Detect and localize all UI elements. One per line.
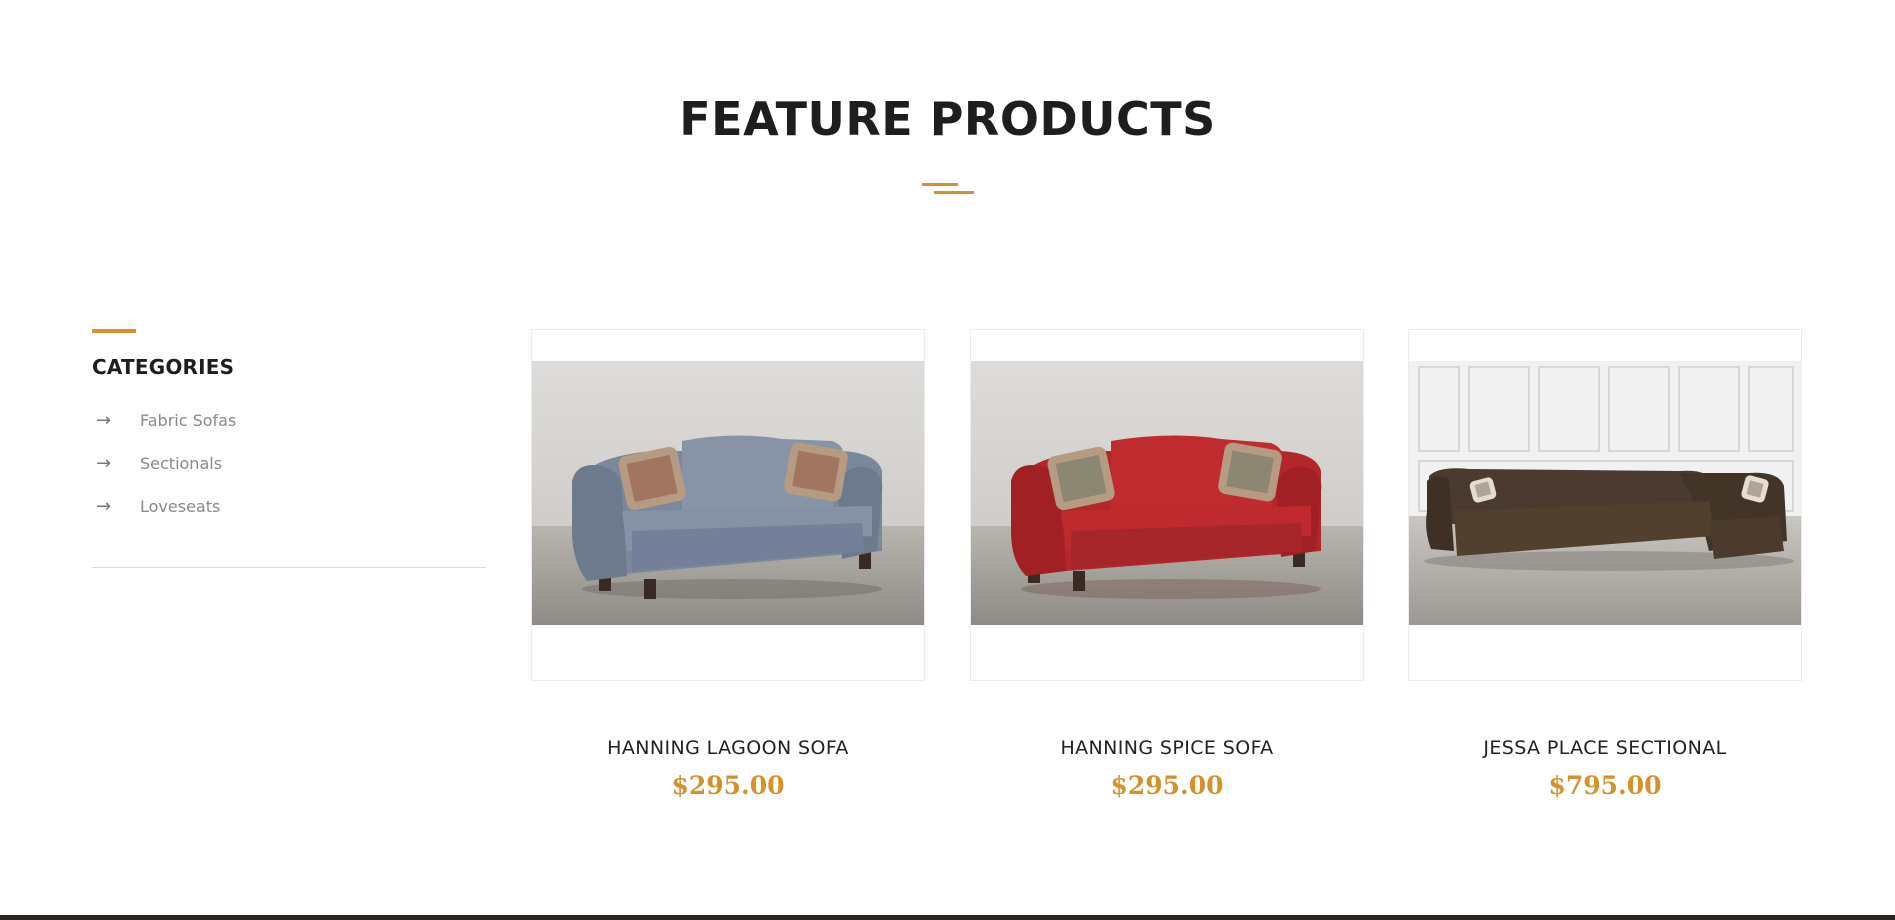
product-image-gray-sofa[interactable] xyxy=(532,361,924,625)
product-image-red-sofa[interactable] xyxy=(971,361,1363,625)
footer-edge xyxy=(0,915,1895,920)
category-item-fabric-sofas[interactable]: → Fabric Sofas xyxy=(92,399,486,442)
category-label[interactable]: Sectionals xyxy=(140,454,222,473)
arrow-right-icon: → xyxy=(96,409,112,431)
product-price: $795.00 xyxy=(1548,771,1662,800)
categories-sidebar: CATEGORIES → Fabric Sofas → Sectionals →… xyxy=(92,329,486,568)
product-card[interactable]: HANNING LAGOON SOFA $295.00 xyxy=(531,329,925,800)
product-card[interactable]: HANNING SPICE SOFA $295.00 xyxy=(970,329,1364,800)
product-name[interactable]: JESSA PLACE SECTIONAL xyxy=(1408,737,1802,759)
category-list: → Fabric Sofas → Sectionals → Loveseats xyxy=(92,399,486,528)
product-image-frame[interactable] xyxy=(1408,329,1802,681)
product-name[interactable]: HANNING SPICE SOFA xyxy=(970,737,1364,759)
product-image-frame[interactable] xyxy=(531,329,925,681)
category-item-sectionals[interactable]: → Sectionals xyxy=(92,442,486,485)
category-label[interactable]: Fabric Sofas xyxy=(140,411,236,430)
product-image-brown-sectional[interactable] xyxy=(1409,361,1801,625)
product-price: $295.00 xyxy=(671,771,785,800)
arrow-right-icon: → xyxy=(96,452,112,474)
section-title: FEATURE PRODUCTS xyxy=(679,92,1216,146)
product-price: $295.00 xyxy=(1110,771,1224,800)
arrow-right-icon: → xyxy=(96,495,112,517)
title-divider xyxy=(922,183,974,195)
categories-heading: CATEGORIES xyxy=(92,355,235,379)
heading-accent-bar xyxy=(92,329,136,333)
sidebar-divider xyxy=(92,567,486,568)
product-image-frame[interactable] xyxy=(970,329,1364,681)
product-card[interactable]: JESSA PLACE SECTIONAL $795.00 xyxy=(1408,329,1802,800)
product-name[interactable]: HANNING LAGOON SOFA xyxy=(531,737,925,759)
category-label[interactable]: Loveseats xyxy=(140,497,220,516)
category-item-loveseats[interactable]: → Loveseats xyxy=(92,485,486,528)
